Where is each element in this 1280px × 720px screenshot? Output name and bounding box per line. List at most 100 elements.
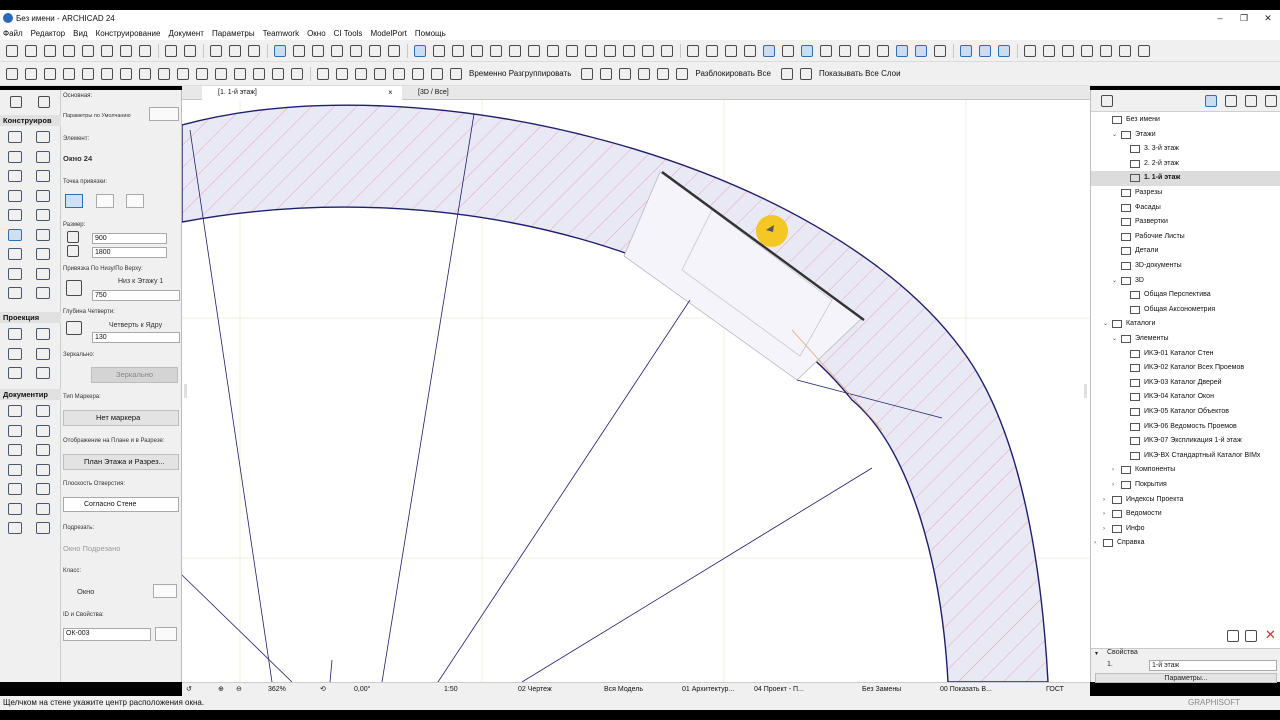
zoom-out-icon[interactable]	[979, 44, 991, 57]
zoom-value[interactable]: 362%	[268, 683, 286, 697]
rotation-icon[interactable]: ⟲	[320, 683, 326, 697]
tree-item[interactable]: ИКЭ-05 Каталог Объектов	[1091, 405, 1280, 420]
arrow-tool-icon[interactable]	[10, 96, 22, 108]
publisher-sets-icon[interactable]	[1265, 95, 1277, 107]
slab-tool-icon[interactable]	[36, 150, 50, 163]
ungroup-tool-icon[interactable]	[431, 67, 443, 80]
fill-tool-icon[interactable]	[8, 483, 22, 495]
toolbox-view-section[interactable]: Проекция	[0, 312, 61, 323]
reveal-value-field[interactable]: 130	[92, 332, 180, 343]
expand-properties-icon[interactable]: ▾	[1095, 650, 1098, 657]
solid-ops-icon[interactable]	[915, 44, 927, 57]
unlock-tool-icon[interactable]	[600, 67, 613, 80]
tree-item[interactable]: › Ведомости	[1091, 507, 1280, 522]
zoom-icon[interactable]: ⊕	[218, 683, 224, 697]
detail-tool-icon[interactable]	[8, 367, 22, 379]
offset-all-icon[interactable]	[215, 67, 227, 80]
rotate-tool-icon[interactable]	[25, 67, 37, 80]
tree-toggle-icon[interactable]: ›	[1112, 478, 1114, 493]
resize-tool-icon[interactable]	[291, 67, 303, 80]
wall-tool-icon[interactable]	[8, 131, 22, 143]
tree-toggle-icon[interactable]: ⌄	[1112, 332, 1117, 347]
menu-edit[interactable]: Редактор	[31, 29, 65, 38]
group-tool-icon[interactable]	[412, 67, 424, 80]
tree-item[interactable]: › Покрытия	[1091, 478, 1280, 493]
align-tool-icon[interactable]	[336, 67, 348, 80]
rotation-angle[interactable]: 0,00°	[354, 683, 370, 697]
open-icon[interactable]	[25, 44, 37, 57]
unlock-all-icon[interactable]	[676, 67, 689, 80]
teamwork-icon[interactable]	[1138, 44, 1150, 57]
anchor-left-button[interactable]	[65, 194, 83, 208]
tree-item[interactable]: Разрезы	[1091, 186, 1280, 201]
bring-forward-icon[interactable]	[763, 44, 775, 57]
scale-value[interactable]: 1:50	[444, 683, 458, 697]
window-tool-icon[interactable]	[8, 228, 22, 241]
railing-icon[interactable]	[858, 44, 870, 57]
tree-item[interactable]: 2. 2-й этаж	[1091, 157, 1280, 172]
beam-tool-icon[interactable]	[8, 150, 22, 163]
skylight-tool-icon[interactable]	[36, 228, 50, 241]
tree-item[interactable]: › Индексы Проекта	[1091, 493, 1280, 508]
snap-points-icon[interactable]	[312, 44, 324, 57]
tree-item[interactable]: ИКЭ-06 Ведомость Проемов	[1091, 420, 1280, 435]
connect-icon[interactable]	[374, 67, 386, 80]
guide-line-icon[interactable]	[274, 44, 286, 57]
change-tool-icon[interactable]	[36, 367, 50, 379]
redo-icon[interactable]	[184, 44, 196, 57]
tree-item[interactable]: › Инфо	[1091, 522, 1280, 537]
curve-edge-icon[interactable]	[234, 67, 246, 80]
tree-toggle-icon[interactable]: ⌄	[1112, 128, 1117, 143]
level-dimension-tool-icon[interactable]	[36, 405, 50, 417]
layout-icon[interactable]	[1100, 44, 1112, 57]
stair-tool-icon[interactable]	[8, 189, 22, 202]
split-tool-icon[interactable]	[139, 67, 151, 80]
opening-tool-icon[interactable]	[36, 287, 50, 299]
tree-item[interactable]: Развертки	[1091, 215, 1280, 230]
tab-close-icon[interactable]: ×	[388, 86, 393, 100]
distribute-icon[interactable]	[661, 44, 673, 57]
drag-icon[interactable]	[6, 67, 18, 80]
elevate-icon[interactable]	[63, 67, 75, 80]
undo-zoom-icon[interactable]: ↺	[186, 683, 192, 697]
menu-options[interactable]: Параметры	[212, 29, 255, 38]
new-icon[interactable]	[6, 44, 18, 57]
trim-tool-icon[interactable]	[120, 67, 132, 80]
elevation-icon[interactable]	[1062, 44, 1074, 57]
unlock-icon[interactable]	[744, 44, 756, 57]
tree-item[interactable]: 1. 1-й этаж	[1091, 171, 1280, 186]
reveal-mode[interactable]: Четверть к Ядру	[109, 322, 162, 329]
mirror-tool-icon[interactable]	[44, 67, 56, 80]
save-icon[interactable]	[44, 44, 56, 57]
maximize-button[interactable]: ❐	[1232, 10, 1256, 26]
circle-tool-icon[interactable]	[8, 502, 22, 515]
cut-icon[interactable]	[82, 44, 94, 57]
class-value[interactable]: Окно	[77, 587, 94, 596]
close-button[interactable]: ✕	[1256, 10, 1280, 26]
class-button[interactable]	[153, 584, 177, 598]
morph-icon[interactable]	[934, 44, 946, 57]
rotate-icon[interactable]	[471, 44, 483, 57]
arrange-icon[interactable]	[317, 67, 329, 80]
column-tool-icon[interactable]	[36, 131, 50, 143]
menu-view[interactable]: Вид	[73, 29, 87, 38]
roof-tool-icon[interactable]	[8, 170, 22, 182]
suspend-groups-icon[interactable]	[450, 67, 462, 80]
tree-item[interactable]: Общая Аксонометрия	[1091, 303, 1280, 318]
display-select[interactable]: План Этажа и Разрез...	[63, 454, 179, 470]
tree-toggle-icon[interactable]: ›	[1103, 507, 1105, 522]
zone-tool-icon[interactable]	[8, 267, 22, 280]
fillet-icon[interactable]	[585, 44, 597, 57]
intersect-icon[interactable]	[566, 44, 578, 57]
floor-plan-icon[interactable]	[1024, 44, 1036, 57]
story-name-field[interactable]: 1-й этаж	[1149, 660, 1277, 671]
layer-icon[interactable]	[369, 44, 381, 57]
tree-item[interactable]: 3D-документы	[1091, 259, 1280, 274]
edit-polygon-icon[interactable]	[253, 67, 265, 80]
ungroup-icon[interactable]	[706, 44, 718, 57]
tree-toggle-icon[interactable]: ›	[1094, 536, 1096, 551]
line-tool-icon[interactable]	[36, 483, 50, 495]
pick-icon[interactable]	[210, 44, 222, 57]
print-icon[interactable]	[63, 44, 75, 57]
tab-floor-plan[interactable]: [1. 1-й этаж]	[202, 86, 402, 100]
